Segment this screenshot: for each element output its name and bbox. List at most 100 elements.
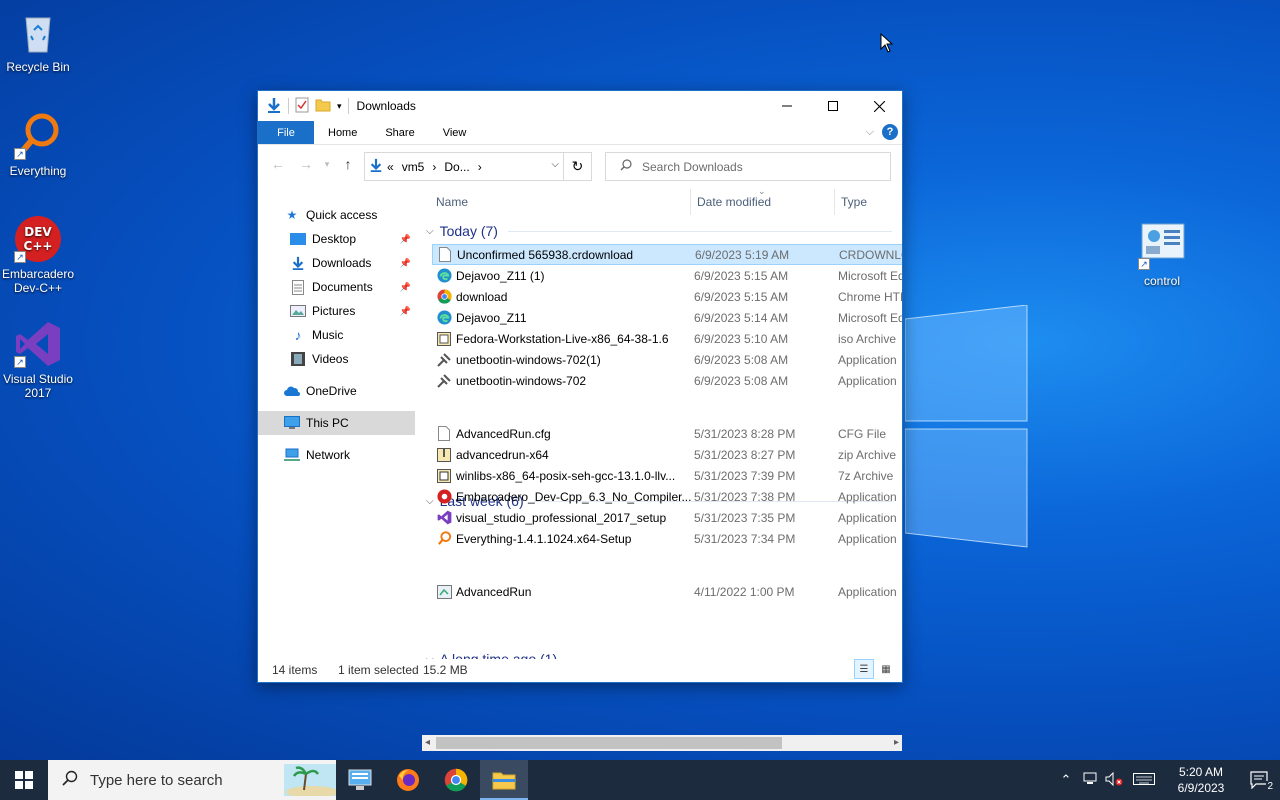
file-row[interactable]: Dejavoo_Z11 (1) 6/9/2023 5:15 AM Microso… (432, 265, 902, 286)
taskbar-app-firefox[interactable] (384, 760, 432, 800)
address-separator[interactable]: › (474, 160, 486, 174)
nav-item-videos[interactable]: Videos (258, 347, 415, 371)
desktop-icon-recycle-bin[interactable]: Recycle Bin (0, 8, 76, 74)
address-segment-downloads[interactable]: Do... (440, 160, 473, 174)
forward-button[interactable]: → (292, 156, 320, 172)
large-icons-view-button[interactable]: ▦ (876, 659, 896, 679)
column-divider[interactable] (834, 189, 835, 215)
nav-item-pictures[interactable]: Pictures 📌 (258, 299, 415, 323)
nav-item-network[interactable]: Network (258, 443, 415, 467)
address-overflow-chevron[interactable]: « (383, 160, 398, 174)
show-hidden-icons-chevron-icon[interactable]: ⌃ (1054, 772, 1078, 788)
address-dropdown-chevron-icon[interactable]: ⌵ (551, 159, 559, 170)
help-button[interactable]: ? (882, 124, 898, 140)
desktop-icon-control[interactable]: ↗ control (1124, 222, 1200, 288)
title-bar[interactable]: ▾ Downloads (258, 91, 902, 121)
close-button[interactable] (856, 91, 902, 121)
taskbar-search-box[interactable]: Type here to search (48, 760, 338, 800)
file-date: 5/31/2023 7:35 PM (694, 510, 796, 525)
scroll-right-arrow-icon[interactable]: ▸ (894, 735, 899, 751)
file-type: zip Archive (838, 447, 897, 462)
file-row[interactable]: Embarcadero_Dev-Cpp_6.3_No_Compiler... 5… (432, 486, 902, 507)
tab-view[interactable]: View (429, 121, 481, 144)
taskbar-app-remote-desktop[interactable] (336, 760, 384, 800)
search-input[interactable]: Search Downloads (642, 160, 743, 174)
desktop-icon-visual-studio[interactable]: ↗ Visual Studio 2017 (0, 320, 76, 400)
nav-item-this-pc[interactable]: This PC (258, 411, 415, 435)
desktop-icon-devcpp[interactable]: DEV C++ ↗ Embarcadero Dev-C++ (0, 215, 76, 295)
file-name: Everything-1.4.1.1024.x64-Setup (456, 531, 632, 546)
nav-item-desktop[interactable]: Desktop 📌 (258, 227, 415, 251)
action-center-button[interactable]: 2 (1240, 760, 1280, 800)
file-row[interactable]: Everything-1.4.1.1024.x64-Setup 5/31/202… (432, 528, 902, 549)
column-header-type[interactable]: Type (841, 192, 867, 212)
pin-icon[interactable]: 📌 (400, 306, 411, 317)
file-date: 5/31/2023 8:27 PM (694, 447, 796, 462)
collapse-chevron-icon: ⌵ (426, 225, 434, 237)
tab-share[interactable]: Share (371, 121, 428, 144)
new-folder-icon[interactable] (315, 97, 331, 116)
tab-home[interactable]: Home (314, 121, 371, 144)
properties-icon[interactable] (295, 97, 309, 116)
taskbar-search-input[interactable]: Type here to search (90, 772, 223, 789)
pin-icon[interactable]: 📌 (400, 282, 411, 293)
nav-item-downloads[interactable]: Downloads 📌 (258, 251, 415, 275)
clock[interactable]: 5:20 AM 6/9/2023 (1162, 764, 1240, 796)
address-bar[interactable]: « vm5 › Do... › ⌵ ↻ (364, 152, 592, 181)
taskbar-app-file-explorer[interactable] (480, 760, 528, 800)
file-date: 6/9/2023 5:19 AM (695, 247, 790, 262)
expand-ribbon-chevron-icon[interactable]: ⌵ (866, 126, 874, 139)
details-view-button[interactable]: ☰ (854, 659, 874, 679)
nav-item-onedrive[interactable]: OneDrive (258, 379, 415, 403)
file-row[interactable]: download 6/9/2023 5:15 AM Chrome HTM (432, 286, 902, 307)
group-header-today[interactable]: ⌵ Today (7) (422, 219, 892, 243)
horizontal-scrollbar[interactable]: ◂ ▸ (422, 735, 902, 751)
file-date: 6/9/2023 5:15 AM (694, 268, 789, 283)
pin-icon[interactable]: 📌 (400, 234, 411, 245)
desktop: Recycle Bin ↗ Everything DEV C++ ↗ Embar… (0, 0, 1280, 760)
file-row[interactable]: unetbootin-windows-702(1) 6/9/2023 5:08 … (432, 349, 902, 370)
minimize-button[interactable] (764, 91, 810, 121)
search-box[interactable]: Search Downloads (605, 152, 891, 181)
file-row[interactable]: AdvancedRun.cfg 5/31/2023 8:28 PM CFG Fi… (432, 423, 902, 444)
desktop-icon-label: control (1143, 274, 1181, 288)
nav-item-music[interactable]: ♪ Music (258, 323, 415, 347)
address-segment-vm5[interactable]: vm5 (398, 160, 429, 174)
star-icon: ★ (286, 208, 298, 222)
column-header-name[interactable]: Name (436, 192, 468, 212)
file-row[interactable]: Fedora-Workstation-Live-x86_64-38-1.6 6/… (432, 328, 902, 349)
pin-icon[interactable]: 📌 (400, 258, 411, 269)
file-type: Application (838, 373, 897, 388)
file-row[interactable]: AdvancedRun 4/11/2022 1:00 PM Applicatio… (432, 581, 902, 602)
scroll-left-arrow-icon[interactable]: ◂ (425, 735, 430, 751)
scrollbar-thumb[interactable] (436, 737, 782, 749)
advancedrun-icon (436, 584, 452, 600)
file-row[interactable]: Unconfirmed 565938.crdownload 6/9/2023 5… (432, 244, 902, 265)
zip-icon (436, 447, 452, 463)
refresh-button[interactable]: ↻ (563, 153, 591, 180)
nav-item-quick-access[interactable]: ★ Quick access (258, 203, 415, 227)
recent-locations-chevron-icon[interactable]: ▾ (320, 159, 334, 170)
desktop-icon-everything[interactable]: ↗ Everything (0, 112, 76, 178)
file-row[interactable]: visual_studio_professional_2017_setup 5/… (432, 507, 902, 528)
up-button[interactable]: ↑ (334, 156, 362, 172)
start-button[interactable] (0, 760, 48, 800)
file-row[interactable]: winlibs-x86_64-posix-seh-gcc-13.1.0-llv.… (432, 465, 902, 486)
network-icon[interactable] (1078, 772, 1102, 789)
file-row[interactable]: unetbootin-windows-702 6/9/2023 5:08 AM … (432, 370, 902, 391)
taskbar-app-chrome[interactable] (432, 760, 480, 800)
file-row[interactable]: Dejavoo_Z11 6/9/2023 5:14 AM Microsoft E… (432, 307, 902, 328)
back-button[interactable]: ← (264, 156, 292, 172)
address-separator[interactable]: › (428, 160, 440, 174)
file-type: Application (838, 531, 897, 546)
keyboard-icon[interactable] (1126, 772, 1162, 788)
tab-file[interactable]: File (258, 121, 314, 144)
file-row[interactable]: advancedrun-x64 5/31/2023 8:27 PM zip Ar… (432, 444, 902, 465)
file-type: Application (838, 489, 897, 504)
nav-item-documents[interactable]: Documents 📌 (258, 275, 415, 299)
maximize-button[interactable] (810, 91, 856, 121)
column-divider[interactable] (690, 189, 691, 215)
volume-muted-icon[interactable] (1102, 771, 1126, 789)
customize-toolbar-chevron-icon[interactable]: ▾ (337, 101, 342, 112)
file-date: 6/9/2023 5:08 AM (694, 373, 789, 388)
